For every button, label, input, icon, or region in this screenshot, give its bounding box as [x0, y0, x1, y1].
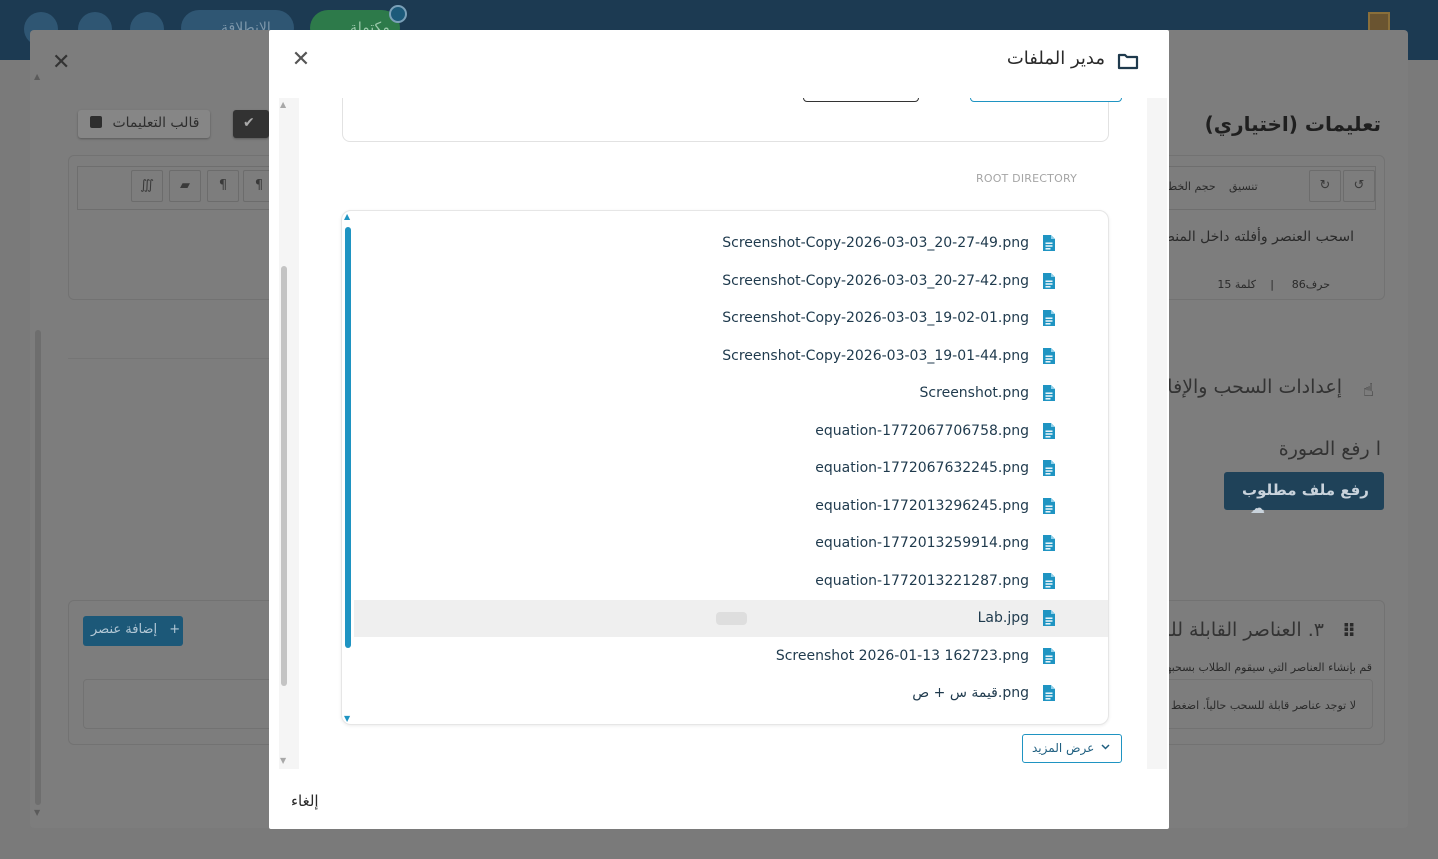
modal-header: ✕ مدير الملفات — [269, 30, 1169, 98]
scroll-up-arrow-icon[interactable]: ▲ — [34, 72, 40, 81]
file-list-panel: ▲ ▼ Screenshot-Copy-2026-03-03_20-27-49.… — [341, 210, 1109, 725]
file-document-icon — [1043, 422, 1055, 439]
file-list-item[interactable]: equation-1772013296245.png — [354, 488, 1108, 525]
file-name: قيمة س + ص.png — [912, 685, 1029, 701]
instructions-template-label: قالب التعليمات — [112, 115, 200, 131]
scroll-up-arrow-icon[interactable]: ▲ — [344, 212, 350, 221]
file-document-icon — [1043, 460, 1055, 476]
file-name: equation-1772067632245.png — [815, 460, 1029, 476]
file-name: Screenshot.png — [919, 385, 1029, 401]
drag-handle-icon: ⠿ — [1341, 621, 1356, 642]
file-document-icon — [1043, 385, 1055, 401]
file-document-icon — [1043, 572, 1055, 589]
file-list-item[interactable]: equation-1772067632245.png — [354, 450, 1108, 487]
file-document-icon — [1043, 610, 1055, 626]
cloud-upload-icon: ☁ — [1250, 499, 1265, 517]
folder-icon[interactable]: ▰ — [169, 170, 201, 202]
close-icon[interactable]: ✕ — [289, 48, 313, 72]
show-more-button[interactable]: عرض المزيد — [1022, 734, 1122, 763]
root-directory-label: ROOT DIRECTORY — [976, 172, 1077, 185]
scroll-down-arrow-icon[interactable]: ▼ — [344, 714, 350, 723]
paragraph-ltr-icon[interactable]: ¶ — [207, 170, 239, 202]
file-list-item[interactable]: Screenshot-Copy-2026-03-03_20-27-42.png — [354, 263, 1108, 300]
toolbar-action-button[interactable] — [803, 98, 919, 102]
file-list-item[interactable]: Screenshot-Copy-2026-03-03_19-02-01.png — [354, 300, 1108, 337]
file-document-icon — [1043, 535, 1055, 551]
file-name: Screenshot-Copy-2026-03-03_19-01-44.png — [722, 347, 1029, 364]
char-count: حرف86 — [1291, 278, 1330, 291]
editor-content[interactable]: اسحب العنصر وأفلته داخل المنطقة — [1149, 229, 1354, 245]
save-check-button[interactable]: ✔ — [233, 110, 269, 138]
drag-settings-title: إعدادات السحب والإفلات — [1143, 376, 1342, 398]
file-manager-modal: ✕ مدير الملفات ▲ ▼ ROOT DIRECTORY ▲ ▼ Sc… — [269, 30, 1169, 829]
file-name: equation-1772067706758.png — [815, 422, 1029, 439]
status-dot-icon — [389, 5, 407, 23]
font-size-select[interactable]: حجم الخط — [1167, 180, 1216, 193]
upload-image-title: ا رفع الصورة — [1278, 438, 1381, 460]
upload-toolbar-card — [342, 98, 1122, 142]
file-name: Screenshot-Copy-2026-03-03_20-27-49.png — [722, 235, 1029, 251]
upload-required-file-label: رفع ملف مطلوب — [1242, 481, 1369, 499]
file-list-scrollbar[interactable]: ▲ ▼ — [342, 211, 354, 724]
format-select[interactable]: تنسيق — [1229, 180, 1258, 193]
count-separator: | — [1270, 278, 1274, 291]
file-document-icon — [1043, 272, 1055, 289]
file-name: Screenshot 2026-01-13 162723.png — [775, 647, 1029, 664]
chevron-down-icon — [1101, 744, 1110, 750]
cancel-button[interactable]: إلغاء — [291, 792, 319, 810]
file-document-icon — [1043, 347, 1055, 364]
scroll-down-arrow-icon[interactable]: ▼ — [34, 808, 40, 817]
toolbar-upload-button[interactable] — [970, 98, 1122, 102]
file-document-icon — [1043, 647, 1055, 664]
file-document-icon — [1043, 685, 1055, 701]
upload-required-file-button[interactable]: رفع ملف مطلوب ☁ — [1224, 472, 1384, 517]
file-name: equation-1772013296245.png — [815, 497, 1029, 514]
file-document-icon — [1043, 310, 1055, 326]
file-list-item[interactable]: Lab.jpg — [354, 600, 1108, 637]
check-circle-icon: ✔ — [243, 115, 255, 131]
modal-body: ▲ ▼ ROOT DIRECTORY ▲ ▼ Screenshot-Copy-2… — [279, 98, 1167, 769]
file-list-item[interactable]: Screenshot.png — [354, 375, 1108, 412]
undo-icon[interactable]: ↺ — [1343, 170, 1375, 202]
folder-icon — [1117, 53, 1139, 70]
file-document-icon — [1043, 235, 1055, 251]
scroll-up-arrow-icon[interactable]: ▲ — [280, 100, 286, 109]
file-name: Screenshot-Copy-2026-03-03_19-02-01.png — [722, 310, 1029, 326]
document-icon — [90, 116, 102, 128]
show-more-label: عرض المزيد — [1032, 741, 1095, 755]
scrollbar-thumb[interactable] — [281, 266, 287, 686]
file-name: Screenshot-Copy-2026-03-03_20-27-42.png — [722, 272, 1029, 289]
instructions-title: تعليمات (اختياري) — [1204, 112, 1381, 136]
scrollbar[interactable] — [35, 330, 41, 805]
close-icon[interactable]: ✕ — [52, 50, 70, 75]
format-clear-icon[interactable]: ∭ — [131, 170, 163, 202]
plus-icon: + — [169, 622, 181, 637]
file-list-item[interactable]: Screenshot 2026-01-13 162723.png — [354, 638, 1108, 675]
file-list-item[interactable]: Screenshot-Copy-2026-03-03_20-27-49.png — [354, 225, 1108, 262]
modal-body-scrollbar[interactable]: ▲ ▼ — [279, 98, 289, 769]
file-name: equation-1772013259914.png — [815, 535, 1029, 551]
modal-title: مدير الملفات — [1006, 48, 1105, 69]
file-list-item[interactable]: equation-1772013221287.png — [354, 563, 1108, 600]
word-count: كلمة 15 — [1217, 278, 1256, 291]
file-list-item[interactable]: equation-1772067706758.png — [354, 413, 1108, 450]
add-item-button[interactable]: إضافة عنصر + — [83, 616, 183, 646]
file-list-item[interactable]: قيمة س + ص.png — [354, 675, 1108, 712]
scrollbar-thumb[interactable] — [345, 227, 351, 648]
draggable-items-desc: قم بإنشاء العناصر التي سيقوم الطلاب بسحب… — [1163, 661, 1372, 674]
add-item-label: إضافة عنصر — [91, 622, 158, 637]
file-manager-content: ROOT DIRECTORY ▲ ▼ Screenshot-Copy-2026-… — [299, 98, 1147, 769]
instructions-template-button[interactable]: قالب التعليمات — [78, 110, 210, 138]
file-name: Lab.jpg — [977, 610, 1029, 626]
file-document-icon — [1043, 497, 1055, 514]
row-action-placeholder[interactable] — [716, 612, 747, 625]
file-list-item[interactable]: Screenshot-Copy-2026-03-03_19-01-44.png — [354, 338, 1108, 375]
file-list-item[interactable]: equation-1772013259914.png — [354, 525, 1108, 562]
file-name: equation-1772013221287.png — [815, 572, 1029, 589]
hand-pointer-icon: ☝ — [1363, 380, 1374, 401]
scroll-down-arrow-icon[interactable]: ▼ — [280, 756, 286, 765]
redo-icon[interactable]: ↻ — [1309, 170, 1341, 202]
